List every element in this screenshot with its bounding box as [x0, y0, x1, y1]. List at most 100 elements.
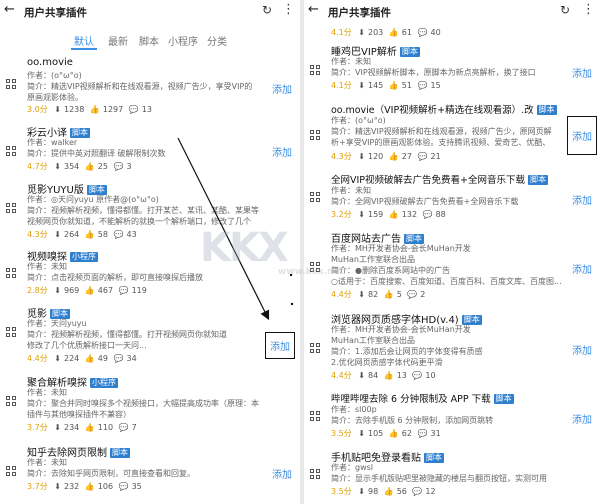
plugin-tag: 脚本 — [493, 394, 514, 404]
add-button-highlighted[interactable]: 添加 — [567, 116, 597, 155]
comment-count: 21 — [430, 152, 441, 161]
comment-icon: 💬 — [113, 354, 124, 363]
comment-count: 35 — [131, 482, 142, 491]
plugin-grid-icon — [310, 343, 320, 353]
active-tab-indicator — [71, 48, 97, 50]
thumbs-up-icon: 👍 — [84, 482, 95, 491]
download-count: 232 — [63, 482, 80, 491]
plugin-intro: 简介：去除手机版 6 分钟限制，添加网页跳转 — [331, 416, 494, 425]
rating: 3.7分 — [27, 423, 48, 432]
plugin-tag: 小程序 — [90, 378, 118, 388]
tab-latest[interactable]: 最新 — [108, 33, 128, 48]
like-count: 13 — [396, 371, 407, 380]
plugin-intro-cont: ○适用于：百度搜索、百度知道、百度百科、百度文库、百度图... — [331, 277, 562, 286]
rating: 2.8分 — [27, 286, 48, 295]
plugin-author: 作者：MH开发者协会-会长MuHan开发 — [331, 325, 471, 334]
add-button[interactable]: 添加 — [272, 466, 292, 481]
add-button[interactable]: 添加 — [572, 192, 592, 207]
refresh-icon[interactable]: ↻ — [560, 3, 570, 17]
plugin-intro: 简介：点击视频页面的解析，即可直接嗅探后播放 — [27, 273, 203, 282]
download-count: 84 — [367, 371, 379, 380]
download-icon: ⬇ — [54, 230, 61, 239]
plugin-grid-icon — [6, 466, 16, 476]
download-count: 82 — [367, 290, 379, 299]
like-count: 25 — [97, 162, 108, 171]
rating: 3.7分 — [27, 482, 48, 491]
thumbs-up-icon: 👍 — [89, 105, 100, 114]
tab-default[interactable]: 默认 — [74, 33, 94, 48]
rating: 3.5分 — [331, 487, 352, 496]
like-count: 61 — [401, 28, 412, 37]
rating: 3.0分 — [27, 105, 48, 114]
tab-categories[interactable]: 分类 — [207, 33, 227, 48]
tab-miniapps[interactable]: 小程序 — [168, 33, 198, 48]
plugin-author: 作者：天问yuyu — [27, 319, 87, 328]
plugin-intro-cont: 修改了几个优质解析接口一天问... — [27, 341, 147, 350]
download-icon: ⬇ — [358, 429, 365, 438]
plugin-intro-cont: 原画观影体验。 — [27, 93, 83, 102]
download-count: 224 — [63, 354, 80, 363]
comment-icon: 💬 — [417, 152, 428, 161]
like-count: 110 — [97, 423, 114, 432]
plugin-stats: 3.5分 ⬇ 105 👍 62 💬 31 — [331, 428, 444, 439]
add-button[interactable]: 添加 — [572, 411, 592, 426]
comment-count: 43 — [126, 230, 137, 239]
plugin-intro: 简介：精选VIP视频解析和在线观看源，视频广告少，享受VIP的 — [27, 82, 253, 91]
download-icon: ⬇ — [358, 152, 365, 161]
page-title: 用户共享插件 — [24, 7, 87, 19]
like-count: 62 — [401, 429, 412, 438]
plugin-intro: 简介：显示手机版贴吧里被隐藏的楼层与翻页按钮，实测可用 — [331, 474, 547, 483]
rating: 4.3分 — [331, 152, 352, 161]
filter-tabs: 默认 最新 脚本 小程序 分类 — [0, 31, 300, 50]
plugin-grid-icon — [6, 146, 16, 156]
comment-icon: 💬 — [417, 28, 428, 37]
add-button[interactable]: 添加 — [572, 65, 592, 80]
thumbs-up-icon: 👍 — [383, 371, 394, 380]
download-icon: ⬇ — [54, 423, 61, 432]
plugin-grid-icon — [310, 192, 320, 202]
download-icon: ⬇ — [54, 162, 61, 171]
comment-count: 88 — [435, 210, 446, 219]
download-icon: ⬇ — [358, 290, 365, 299]
tab-scripts[interactable]: 脚本 — [139, 33, 159, 48]
plugin-intro-cont: 析+享受VIP的原画观影体验。支持腾讯视频、爱奇艺、优酷、 — [331, 138, 551, 147]
like-count: 56 — [396, 487, 407, 496]
comment-icon: 💬 — [118, 286, 129, 295]
add-button[interactable]: 添加 — [572, 261, 592, 276]
comment-count: 119 — [131, 286, 147, 295]
back-arrow-icon[interactable]: ← — [4, 2, 15, 17]
thumbs-up-icon: 👍 — [388, 28, 399, 37]
back-arrow-icon[interactable]: ← — [308, 2, 319, 17]
add-button[interactable]: 添加 — [272, 144, 292, 159]
download-icon: ⬇ — [358, 81, 365, 90]
plugin-author-cont: MuHan工作室联合出品 — [331, 255, 415, 264]
plugin-name: oo.movie — [27, 57, 73, 68]
rating: 4.4分 — [27, 354, 48, 363]
comment-icon: 💬 — [118, 482, 129, 491]
more-menu-icon[interactable]: ⋮ — [582, 2, 595, 17]
comment-count: 2 — [420, 290, 426, 299]
comment-icon: 💬 — [417, 429, 428, 438]
download-icon: ⬇ — [54, 286, 61, 295]
refresh-icon[interactable]: ↻ — [262, 3, 272, 17]
thumbs-up-icon: 👍 — [388, 152, 399, 161]
page-title: 用户共享插件 — [328, 7, 391, 19]
download-count: 203 — [367, 28, 384, 37]
plugin-stats: 4.1分 ⬇ 145 👍 51 💬 15 — [331, 80, 444, 91]
add-button[interactable]: 添加 — [572, 342, 592, 357]
comment-icon: 💬 — [128, 105, 139, 114]
plugin-intro: 简介：全网VIP视频破解去广告免费看+全网音乐下载 — [331, 197, 519, 206]
add-button[interactable]: 添加 — [272, 81, 292, 96]
rating: 3.2分 — [331, 210, 352, 219]
comment-count: 31 — [430, 429, 441, 438]
plugin-stats: 2.8分 ⬇ 969 👍 467 💬 119 — [27, 285, 150, 296]
download-count: 98 — [367, 487, 379, 496]
comment-icon: 💬 — [412, 371, 423, 380]
add-button-highlighted[interactable]: 添加 — [265, 332, 295, 359]
plugin-grid-icon — [310, 411, 320, 421]
plugin-author: 作者：walker — [27, 138, 78, 147]
comment-count: 7 — [131, 423, 137, 432]
plugin-tag: 脚本 — [536, 105, 557, 115]
more-menu-icon[interactable]: ⋮ — [282, 2, 295, 17]
plugin-name: 哔哩哔哩去除 6 分钟限制及 APP 下载 脚本 — [331, 394, 514, 405]
